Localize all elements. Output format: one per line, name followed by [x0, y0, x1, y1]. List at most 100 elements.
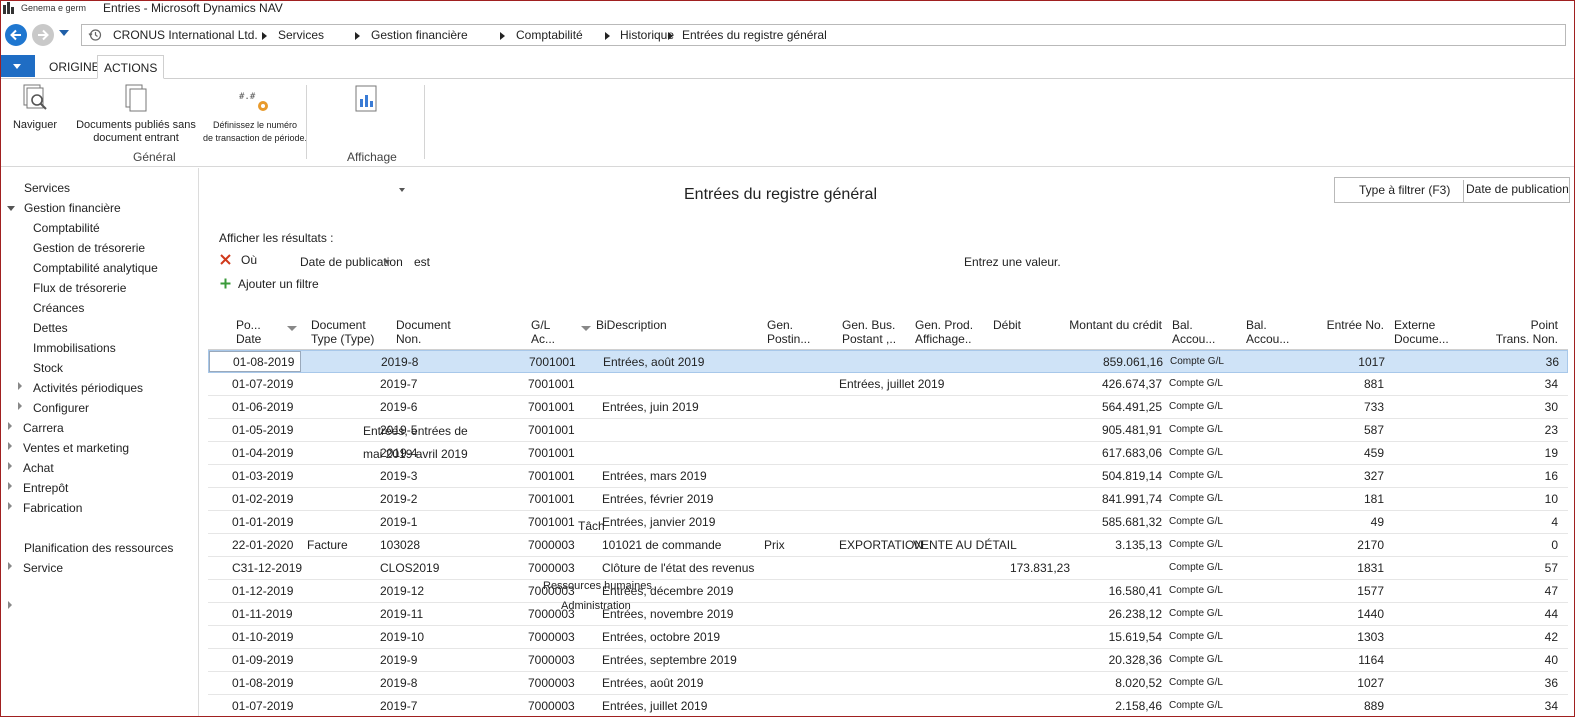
- chevron-right-icon[interactable]: [355, 32, 360, 40]
- collapsed-icon[interactable]: [18, 402, 22, 410]
- column-document-no[interactable]: Document Non.: [396, 318, 451, 346]
- nav-item-accounting[interactable]: Comptabilité: [33, 221, 100, 235]
- nav-item-setup[interactable]: Configurer: [33, 401, 89, 415]
- breadcrumb[interactable]: CRONUS International Ltd. Services Gesti…: [81, 24, 1566, 46]
- define-txn-number-button[interactable]: #.# Définissez le numéro de transaction …: [189, 89, 321, 145]
- nav-item-carrera[interactable]: Carrera: [23, 421, 64, 435]
- nav-item-finance[interactable]: Gestion financière: [24, 201, 121, 215]
- nav-item-receivables[interactable]: Créances: [33, 301, 84, 315]
- navigate-button[interactable]: Naviguer: [9, 83, 61, 132]
- expanded-icon[interactable]: [7, 206, 15, 211]
- column-document-type[interactable]: Document Type (Type): [311, 318, 374, 346]
- cell-bal-account-type: Compte G/L: [1169, 378, 1223, 389]
- table-row[interactable]: 01-09-2019 2019-9 7000003 Entrées, septembr…: [208, 649, 1568, 672]
- table-row[interactable]: 01-07-2019 2019-7 7001001 Entrées, juillet …: [208, 373, 1568, 396]
- column-bal-account-type[interactable]: Bal. Accou...: [1172, 318, 1215, 346]
- nav-item-payables[interactable]: Dettes: [33, 321, 68, 335]
- tab-actions[interactable]: ACTIONS: [97, 55, 165, 79]
- column-bal-account-no[interactable]: Bal. Accou...: [1246, 318, 1289, 346]
- nav-item-warehouse[interactable]: Entrepôt: [23, 481, 68, 495]
- posted-docs-button[interactable]: Documents publiés sans document entrant: [73, 83, 199, 145]
- search-field-select[interactable]: Date de publication: [1463, 180, 1569, 202]
- search-box[interactable]: Type à filtrer (F3) Date de publication: [1334, 177, 1570, 203]
- cell-transaction-no: 36: [1545, 355, 1559, 369]
- nav-item-cost-accounting[interactable]: Comptabilité analytique: [33, 261, 158, 275]
- nav-item-fixed-assets[interactable]: Immobilisations: [33, 341, 116, 355]
- history-dropdown-icon[interactable]: [59, 30, 69, 36]
- chevron-right-icon[interactable]: [668, 32, 673, 40]
- nav-item-cash-management[interactable]: Gestion de trésorerie: [33, 241, 145, 255]
- chevron-right-icon[interactable]: [262, 32, 267, 40]
- table-row[interactable]: 01-11-2019 2019-11 7000003 Entrées, novembr…: [208, 603, 1568, 626]
- cell-entry-no: 1164: [1358, 653, 1384, 667]
- collapsed-icon[interactable]: [8, 601, 12, 609]
- cell-posting-date: 01-07-2019: [232, 699, 294, 713]
- chevron-right-icon[interactable]: [500, 32, 505, 40]
- table-row[interactable]: 01-10-2019 2019-10 7000003 Entrées, octobre…: [208, 626, 1568, 649]
- breadcrumb-item-finance[interactable]: Gestion financière: [371, 28, 468, 42]
- column-transaction-no[interactable]: Point Trans. Non.: [1458, 318, 1558, 346]
- column-entry-no[interactable]: Entrée No.: [1308, 318, 1384, 332]
- nav-item-inventory[interactable]: Stock: [33, 361, 63, 375]
- table-row[interactable]: 22-01-2020 Facture 103028 7000003 101021 de …: [208, 534, 1568, 557]
- chevron-right-icon[interactable]: [605, 32, 610, 40]
- column-debit[interactable]: Débit: [993, 318, 1021, 332]
- collapsed-icon[interactable]: [8, 502, 12, 510]
- column-gen-bus-posting[interactable]: Gen. Bus. Postant ,..: [842, 318, 896, 346]
- table-row[interactable]: 01-03-2019 2019-3 7001001 Entrées, mars 201…: [208, 465, 1568, 488]
- table-row[interactable]: 01-12-2019 2019-12 7000003 Entrées, décembr…: [208, 580, 1568, 603]
- search-input[interactable]: Type à filtrer (F3): [1359, 183, 1450, 197]
- sort-icon[interactable]: [581, 326, 591, 331]
- column-external-doc[interactable]: Externe Docume...: [1394, 318, 1449, 346]
- collapsed-icon[interactable]: [8, 442, 12, 450]
- cell-bal-account-type: Compte G/L: [1169, 700, 1223, 711]
- app-menu-button[interactable]: [1, 55, 35, 77]
- collapsed-icon[interactable]: [8, 562, 12, 570]
- add-filter-link[interactable]: Ajouter un filtre: [238, 277, 319, 291]
- nav-item-purchasing[interactable]: Achat: [23, 461, 54, 475]
- nav-item-resource-planning[interactable]: Planification des ressources: [24, 541, 173, 555]
- cell-bal-account-type: Compte G/L: [1169, 447, 1223, 458]
- view-dropdown-icon[interactable]: [399, 188, 405, 192]
- cell-entry-no: 1017: [1358, 355, 1385, 369]
- table-row[interactable]: 01-06-2019 2019-6 7001001 Entrées, juin 201…: [208, 396, 1568, 419]
- tab-origine[interactable]: ORIGINE: [49, 60, 100, 74]
- nav-item-service[interactable]: Service: [23, 561, 63, 575]
- breadcrumb-item-services[interactable]: Services: [278, 28, 324, 42]
- nav-item-services[interactable]: Services: [24, 181, 70, 195]
- cell-document-no: 2019-7: [380, 377, 418, 391]
- back-button[interactable]: [5, 24, 27, 46]
- table-row[interactable]: 01-07-2019 2019-7 7000003 Entrées, juillet …: [208, 695, 1568, 716]
- forward-button[interactable]: [32, 24, 54, 46]
- table-row[interactable]: 01-02-2019 2019-2 7001001 Entrées, février …: [208, 488, 1568, 511]
- sort-icon[interactable]: [287, 326, 297, 331]
- collapsed-icon[interactable]: [8, 482, 12, 490]
- plus-icon[interactable]: [220, 278, 231, 289]
- collapsed-icon[interactable]: [18, 382, 22, 390]
- collapsed-icon[interactable]: [8, 462, 12, 470]
- breadcrumb-item-accounting[interactable]: Comptabilité: [516, 28, 583, 42]
- chevron-down-icon[interactable]: [384, 260, 390, 264]
- nav-item-cash-flow[interactable]: Flux de trésorerie: [33, 281, 126, 295]
- cell-bal-account-type: Compte G/L: [1169, 654, 1223, 665]
- column-description[interactable]: BiDescription: [596, 318, 667, 332]
- table-row[interactable]: 01-08-2019 2019-8 7000003 Entrées, août 201…: [208, 672, 1568, 695]
- breadcrumb-company[interactable]: CRONUS International Ltd.: [113, 28, 258, 42]
- display-button[interactable]: [351, 85, 381, 117]
- column-credit[interactable]: Montant du crédit: [1062, 318, 1162, 332]
- column-gen-posting[interactable]: Gen. Postin...: [767, 318, 810, 346]
- collapsed-icon[interactable]: [8, 422, 12, 430]
- breadcrumb-item-history[interactable]: Historique: [620, 28, 674, 42]
- close-icon[interactable]: [220, 254, 231, 265]
- column-posting-date[interactable]: Po... Date: [236, 318, 261, 346]
- column-gl-account[interactable]: G/L Ac...: [531, 318, 555, 346]
- column-gen-prod-posting[interactable]: Gen. Prod. Affichage..: [915, 318, 973, 346]
- filter-value-input[interactable]: Entrez une valeur.: [964, 255, 1061, 269]
- nav-item-periodic-activities[interactable]: Activités périodiques: [33, 381, 143, 395]
- nav-item-manufacturing[interactable]: Fabrication: [23, 501, 82, 515]
- cell-posting-date: 01-07-2019: [232, 377, 294, 391]
- table-row[interactable]: C31-12-2019 CLOS2019 7000003 Clôture de l'é…: [208, 557, 1568, 580]
- table-row[interactable]: 01-01-2019 2019-1 7001001 Entrées, janvier …: [208, 511, 1568, 534]
- table-row[interactable]: 01-08-2019 2019-8 7001001 Entrées, août 201…: [208, 350, 1568, 373]
- nav-item-sales-marketing[interactable]: Ventes et marketing: [23, 441, 129, 455]
